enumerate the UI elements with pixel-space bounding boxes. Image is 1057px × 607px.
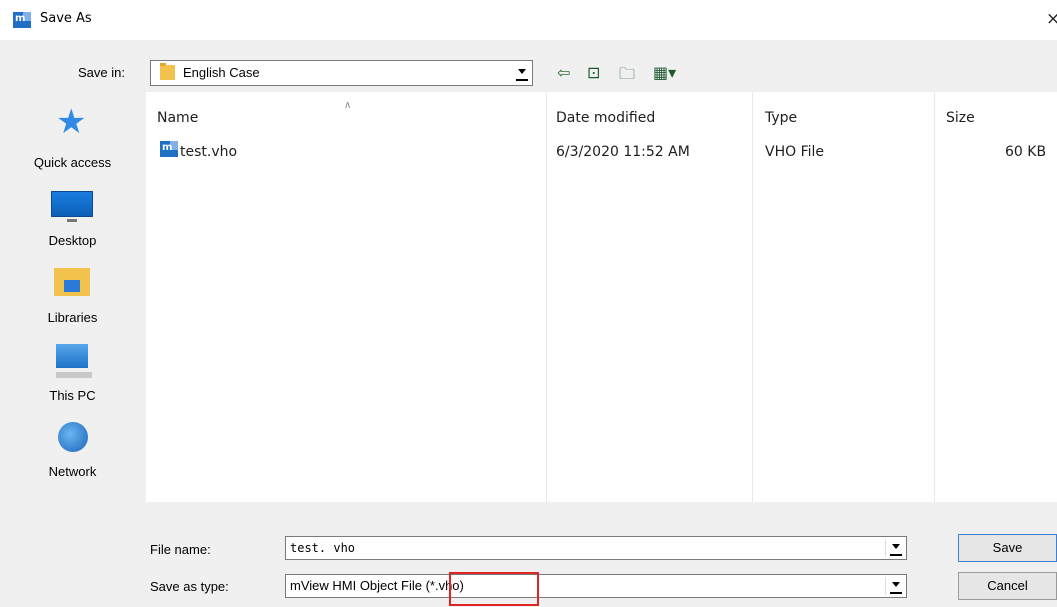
place-label: Network [48,464,97,479]
column-header-date-modified[interactable]: Date modified [556,110,655,126]
folder-icon [160,63,175,80]
places-bar: Quick access Desktop Libraries This PC N… [0,92,145,502]
file-name-value: test. vho [290,541,356,555]
column-separator[interactable] [752,92,753,502]
column-separator[interactable] [934,92,935,502]
place-libraries[interactable]: Libraries [0,262,145,340]
place-quick-access[interactable]: Quick access [0,92,145,170]
chevron-down-icon[interactable] [516,67,528,81]
save-as-type-label: Save as type: [150,579,229,594]
place-label: Quick access [33,155,112,170]
place-label: Desktop [48,233,97,248]
file-list[interactable]: ∧ Name Date modified Type Size test.vho … [146,92,1057,502]
window-title: Save As [40,11,92,26]
save-in-dropdown[interactable]: English Case [150,60,533,86]
chevron-down-icon[interactable] [890,580,902,594]
close-icon[interactable]: × [1046,9,1057,29]
title-bar: Save As × [0,0,1057,40]
up-folder-icon[interactable]: ⊡ [587,63,600,82]
mview-app-icon [13,12,31,28]
file-name-input[interactable]: test. vho [285,536,907,560]
save-as-type-dropdown[interactable]: mView HMI Object File (*.vho) [285,574,907,598]
file-row-type: VHO File [765,144,825,160]
field-divider [885,577,886,595]
quick-access-star-icon [52,102,92,144]
save-button[interactable]: Save [958,534,1057,562]
network-icon [58,422,88,452]
file-row-date: 6/3/2020 11:52 AM [556,144,690,160]
place-desktop[interactable]: Desktop [0,184,145,262]
save-in-label: Save in: [78,65,125,80]
place-this-pc[interactable]: This PC [0,340,145,418]
annotation-highlight-box [449,572,539,606]
view-menu-icon[interactable]: ▦▾ [653,63,676,82]
vho-file-icon [160,141,178,157]
libraries-icon [54,268,90,296]
place-network[interactable]: Network [0,418,145,496]
new-folder-icon[interactable]: 🗀 [619,63,635,90]
place-label: Libraries [47,310,98,325]
file-row-name[interactable]: test.vho [180,144,237,160]
file-row-size: 60 KB [1005,144,1047,160]
column-header-size[interactable]: Size [946,110,975,126]
sort-ascending-icon: ∧ [344,100,352,111]
back-arrow-icon[interactable]: ⇦ [557,63,570,82]
file-name-label: File name: [150,542,211,557]
place-label: This PC [49,388,96,403]
field-divider [885,539,886,557]
desktop-icon [51,191,93,222]
save-as-type-value: mView HMI Object File (*.vho) [290,578,464,593]
this-pc-icon [56,344,92,378]
chevron-down-icon[interactable] [890,542,902,556]
column-separator[interactable] [546,92,547,502]
cancel-button[interactable]: Cancel [958,572,1057,600]
save-in-value: English Case [183,65,260,80]
column-header-type[interactable]: Type [765,110,797,126]
column-header-name[interactable]: Name [157,110,198,126]
